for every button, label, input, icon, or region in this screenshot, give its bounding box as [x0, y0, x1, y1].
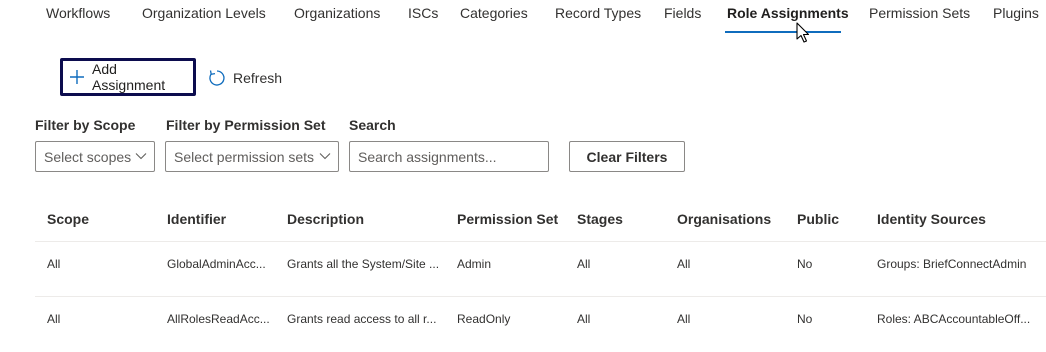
search-label: Search	[349, 117, 396, 133]
column-header-public[interactable]: Public	[797, 211, 839, 227]
add-assignment-button[interactable]: Add Assignment	[60, 58, 196, 96]
table-row[interactable]: All GlobalAdminAcc... Grants all the Sys…	[35, 242, 1046, 297]
cell-organisations: All	[677, 312, 691, 326]
refresh-icon	[209, 70, 225, 86]
refresh-label: Refresh	[233, 70, 283, 86]
cell-stages: All	[577, 257, 591, 271]
cell-organisations: All	[677, 257, 691, 271]
tab-iscs[interactable]: ISCs	[408, 5, 438, 21]
permission-set-dropdown[interactable]: Select permission sets	[165, 141, 339, 172]
column-header-permission-set[interactable]: Permission Set	[457, 211, 558, 227]
clear-filters-button[interactable]: Clear Filters	[569, 141, 685, 172]
tab-organizations[interactable]: Organizations	[294, 5, 380, 21]
cell-identity-sources: Groups: BriefConnectAdmin	[877, 257, 1027, 271]
cell-public: No	[797, 257, 813, 271]
top-tab-bar: Workflows Organization Levels Organizati…	[0, 0, 1046, 36]
cell-identifier: GlobalAdminAcc...	[167, 257, 266, 271]
cell-public: No	[797, 312, 813, 326]
cell-permission-set: Admin	[457, 257, 492, 271]
scope-dropdown-placeholder: Select scopes	[44, 148, 132, 165]
search-input[interactable]	[349, 141, 549, 172]
chevron-down-icon	[319, 153, 331, 160]
filter-scope-label: Filter by Scope	[35, 117, 136, 133]
column-header-organisations[interactable]: Organisations	[677, 211, 771, 227]
plus-icon	[70, 70, 84, 84]
column-header-scope[interactable]: Scope	[47, 211, 89, 227]
column-header-identifier[interactable]: Identifier	[167, 211, 226, 227]
cell-stages: All	[577, 312, 591, 326]
filter-permset-label: Filter by Permission Set	[166, 117, 326, 133]
scope-dropdown[interactable]: Select scopes	[35, 141, 155, 172]
cell-identifier: AllRolesReadAcc...	[167, 312, 270, 326]
active-tab-indicator	[725, 31, 841, 33]
tab-plugins[interactable]: Plugins	[993, 5, 1039, 21]
column-header-description[interactable]: Description	[287, 211, 364, 227]
tab-role-assignments[interactable]: Role Assignments	[727, 5, 849, 21]
cell-permission-set: ReadOnly	[457, 312, 511, 326]
tab-permission-sets[interactable]: Permission Sets	[869, 5, 970, 21]
column-header-stages[interactable]: Stages	[577, 211, 623, 227]
tab-workflows[interactable]: Workflows	[46, 5, 110, 21]
mouse-cursor-icon	[796, 22, 810, 43]
tab-organization-levels[interactable]: Organization Levels	[142, 5, 266, 21]
chevron-down-icon	[135, 153, 147, 160]
add-assignment-label: Add Assignment	[91, 61, 166, 93]
refresh-button[interactable]: Refresh	[208, 68, 282, 88]
column-header-identity-sources[interactable]: Identity Sources	[877, 211, 986, 227]
cell-scope: All	[47, 257, 61, 271]
permission-set-dropdown-placeholder: Select permission sets	[174, 148, 315, 165]
cell-scope: All	[47, 312, 61, 326]
cell-description: Grants all the System/Site ...	[287, 257, 440, 271]
tab-record-types[interactable]: Record Types	[555, 5, 641, 21]
cell-identity-sources: Roles: ABCAccountableOff...	[877, 312, 1031, 326]
tab-fields[interactable]: Fields	[664, 5, 701, 21]
table-row[interactable]: All AllRolesReadAcc... Grants read acces…	[35, 297, 1046, 352]
cell-description: Grants read access to all r...	[287, 312, 437, 326]
tab-categories[interactable]: Categories	[460, 5, 528, 21]
